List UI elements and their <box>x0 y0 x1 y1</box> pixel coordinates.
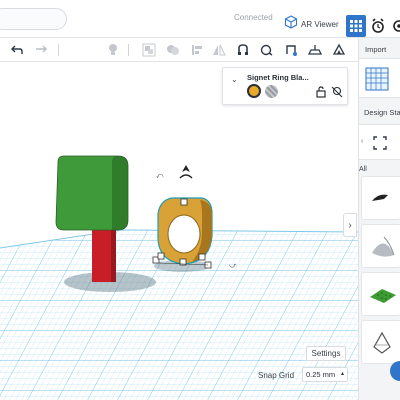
shape-item-diamond[interactable] <box>361 320 400 364</box>
settings-gear-button[interactable] <box>389 16 400 36</box>
ar-viewer-label: AR Viewer <box>301 19 339 29</box>
tree-trunk[interactable] <box>92 225 116 282</box>
lift-arrow-icon[interactable] <box>179 165 193 179</box>
light-toggle-button[interactable] <box>104 41 122 59</box>
notes-icon <box>286 45 297 56</box>
shape-inspector: ⌄ Signet Ring Bla... <box>222 67 348 105</box>
diamond-shape-icon <box>373 331 391 354</box>
collapse-panel-tab[interactable]: › <box>343 213 357 237</box>
dropdown-caret-icon: ▴ <box>340 371 344 377</box>
light-bulb-icon <box>109 44 117 55</box>
align-button[interactable] <box>188 41 206 59</box>
edit-toolbar <box>0 38 358 62</box>
side-handle-right <box>198 253 206 261</box>
snap-grid-value: 0.25 mm <box>306 370 336 379</box>
workplane-svg[interactable]: ⤺ ⤻ <box>0 62 358 400</box>
undo-button[interactable] <box>8 41 26 59</box>
app-window: Connected AR Viewer ⤺ ⤻ ⌄ Signet Ring Bl… <box>0 0 400 400</box>
flip-button[interactable] <box>210 41 228 59</box>
triangle-up-icon <box>332 43 346 55</box>
workplane-grid-icon <box>365 67 389 91</box>
settings-button[interactable]: Settings <box>306 346 346 361</box>
alarm-clock-icon <box>372 18 384 33</box>
chevron-right-icon: › <box>348 219 352 231</box>
align-icon <box>192 45 202 55</box>
workplane-canvas[interactable]: ⤺ ⤻ <box>0 62 358 400</box>
group-button[interactable] <box>140 41 158 59</box>
group-icon <box>142 43 156 57</box>
shape-item-green-plate[interactable] <box>361 272 400 316</box>
flip-icon <box>213 44 226 56</box>
collapse-chevron-icon[interactable]: ⌄ <box>231 75 238 84</box>
import-export-button[interactable] <box>330 41 348 59</box>
chevron-left-icon[interactable]: ‹ <box>361 138 363 145</box>
redo-icon <box>36 45 47 53</box>
category-all-label: All <box>359 166 367 173</box>
cruise-button[interactable] <box>234 41 252 59</box>
top-handle <box>180 198 188 206</box>
import-button[interactable]: Import <box>365 45 386 54</box>
connection-status: Connected <box>234 13 273 22</box>
shape-name: Signet Ring Bla... <box>247 73 309 82</box>
light-off-icon[interactable] <box>331 85 343 98</box>
redo-button[interactable] <box>32 41 50 59</box>
workplane-button[interactable] <box>306 41 324 59</box>
ar-viewer-button[interactable]: AR Viewer <box>284 14 339 34</box>
gear-icon <box>393 20 400 32</box>
ungroup-button[interactable] <box>164 41 182 59</box>
lock-icon[interactable] <box>315 85 327 98</box>
ruler-button[interactable] <box>258 41 276 59</box>
cruise-icon <box>238 44 248 55</box>
workplane-icon <box>308 45 322 55</box>
shape-category-card[interactable]: ‹ <box>359 124 400 160</box>
blocks-view-button[interactable] <box>370 16 386 36</box>
grid-icon <box>350 20 362 32</box>
3d-design-view-button[interactable] <box>346 15 366 37</box>
notes-button[interactable] <box>282 41 300 59</box>
ungroup-icon <box>167 45 179 55</box>
shape-item-cone[interactable] <box>361 224 400 268</box>
ar-cube-icon <box>284 14 298 34</box>
top-bar: Connected AR Viewer <box>0 0 400 38</box>
side-handle-left <box>157 252 165 260</box>
ruler-icon <box>260 44 273 56</box>
scribble-shape-icon <box>372 194 388 201</box>
workplane-tool-card[interactable] <box>359 58 400 98</box>
tree-canopy[interactable] <box>55 155 129 231</box>
solid-color-swatch[interactable] <box>247 84 261 98</box>
shape-item-scribble[interactable] <box>361 176 400 220</box>
hole-swatch[interactable] <box>265 85 278 98</box>
shapes-panel: Import Design Sta ‹ All <box>358 38 400 400</box>
rotate-arrow-icon[interactable]: ⤺ <box>156 173 164 180</box>
snap-grid-select[interactable]: 0.25 mm ▴ <box>302 367 348 382</box>
rotate-handle-icon[interactable]: ⤻ <box>229 262 237 269</box>
cone-shape-icon <box>372 236 395 257</box>
design-title-pill[interactable] <box>0 8 67 30</box>
design-starters-label: Design Sta <box>364 108 400 117</box>
undo-icon <box>11 45 23 54</box>
green-plate-icon <box>370 289 396 303</box>
snap-grid-label: Snap Grid <box>258 371 295 380</box>
frame-icon <box>373 136 387 150</box>
